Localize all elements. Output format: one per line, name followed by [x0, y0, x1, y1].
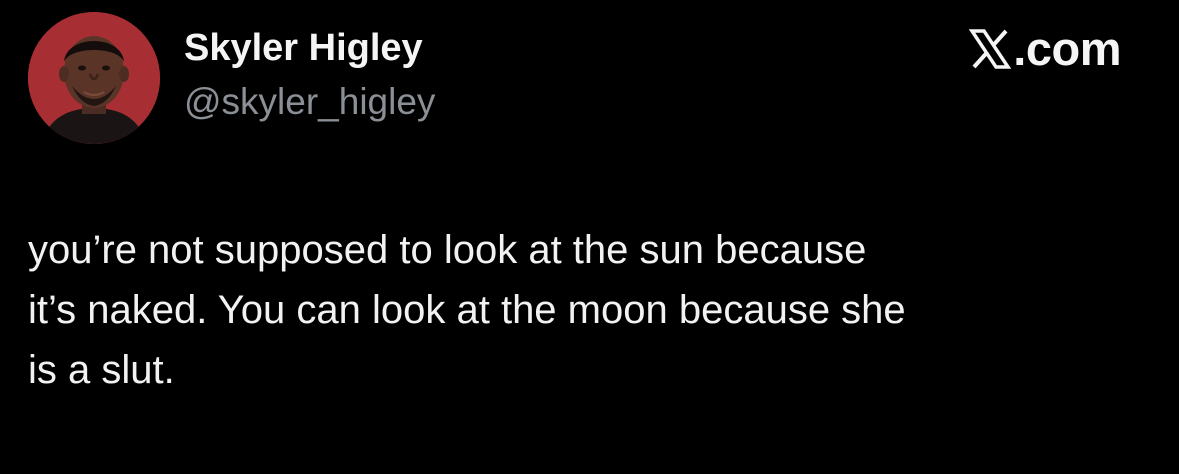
x-logo-icon	[969, 28, 1012, 70]
avatar[interactable]	[28, 12, 160, 144]
tweet-line: it’s naked. You can look at the moon bec…	[28, 288, 906, 332]
tweet-line: is a slut.	[28, 348, 175, 392]
author-name[interactable]: Skyler Higley	[184, 26, 423, 70]
tweet-card: Skyler Higley @skyler_higley .com you’re…	[0, 0, 1179, 474]
brand-watermark: .com	[969, 24, 1121, 74]
tweet-line: you’re not supposed to look at the sun b…	[28, 228, 867, 272]
avatar-portrait-icon	[28, 12, 160, 144]
author-handle[interactable]: @skyler_higley	[184, 80, 435, 124]
brand-domain-text: .com	[1013, 22, 1121, 75]
tweet-text: you’re not supposed to look at the sun b…	[28, 220, 1158, 400]
